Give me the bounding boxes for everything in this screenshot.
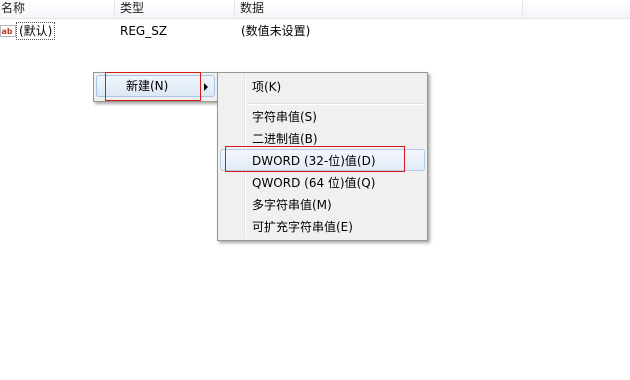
value-name[interactable]: (默认) [16,22,56,40]
column-filler-header [523,0,630,18]
submenu-item-multi-string-value[interactable]: 多字符串值(M) [220,194,425,216]
submenu-item-expandable-string-value[interactable]: 可扩充字符串值(E) [220,216,425,238]
registry-value-pane: 名称 类型 数据 ab (默认) REG_SZ (数值未设置) 新建(N) 项(… [0,0,630,380]
submenu-item-key[interactable]: 项(K) [220,76,425,98]
value-type: REG_SZ [120,24,168,38]
submenu-item-string-value-label: 字符串值(S) [252,110,317,124]
svg-text:ab: ab [2,27,13,36]
highlight-box-new [105,72,201,101]
column-type-header[interactable]: 类型 [115,0,235,18]
value-row-default[interactable]: ab (默认) REG_SZ (数值未设置) [0,20,630,42]
column-header: 名称 类型 数据 [0,0,630,19]
column-data-header[interactable]: 数据 [235,0,523,18]
submenu-separator [248,103,424,105]
submenu-item-qword-value-label: QWORD (64 位)值(Q) [252,176,376,190]
submenu-item-string-value[interactable]: 字符串值(S) [220,106,425,128]
value-data: (数值未设置) [241,24,311,38]
submenu-item-key-label: 项(K) [252,80,282,94]
string-value-icon: ab [0,25,16,37]
submenu-item-multi-string-value-label: 多字符串值(M) [252,198,332,212]
submenu-item-expandable-string-value-label: 可扩充字符串值(E) [252,220,353,234]
submenu-item-qword-value[interactable]: QWORD (64 位)值(Q) [220,172,425,194]
submenu-arrow-icon [204,83,208,91]
column-name-header[interactable]: 名称 [0,0,115,18]
highlight-box-dword [225,146,405,172]
